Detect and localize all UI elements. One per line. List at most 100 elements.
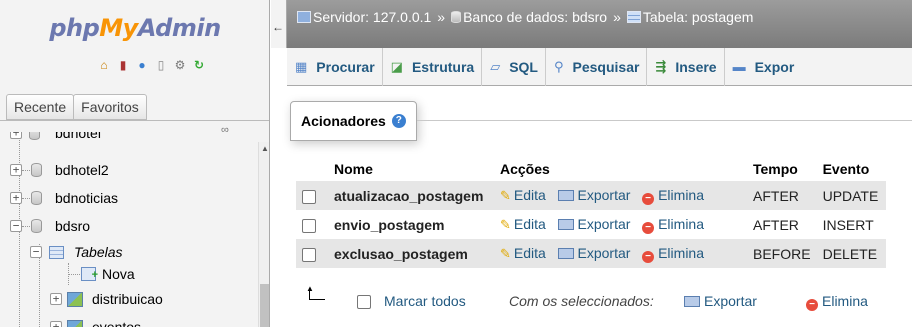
export-icon [557,247,574,259]
breadcrumb-table[interactable]: Tabela: postagem [643,9,754,25]
breadcrumb-server[interactable]: Servidor: 127.0.0.1 [313,9,431,25]
export-icon: ▬ [732,59,746,74]
breadcrumb-separator: » [437,9,446,25]
delete-link[interactable]: − Elimina [642,187,704,205]
edit-link[interactable]: ✎ Edita [500,216,546,232]
tab-browse[interactable]: ▦ Procurar [287,47,383,86]
help-icon[interactable]: ● [134,57,150,73]
recent-favorites-tabs: Recente Favoritos [6,94,147,120]
tree-item-distribuicao[interactable]: + distribuicao [0,289,258,309]
database-icon [31,191,42,205]
check-all-label[interactable]: Marcar todos [384,293,466,309]
tab-structure[interactable]: ◪ Estrutura [383,47,483,86]
column-name[interactable]: Nome [328,157,494,181]
insert-icon: ⇶ [655,58,667,74]
trigger-time: AFTER [747,210,817,239]
tree-scrollbar[interactable]: ▲ [258,142,269,327]
tree-item-tables[interactable]: − Tabelas [0,242,258,262]
triggers-legend: Acionadores ? [290,101,417,141]
home-icon[interactable]: ⌂ [96,57,112,73]
breadcrumb-database[interactable]: Banco de dados: bdsro [463,9,607,25]
tab-favorites[interactable]: Favoritos [73,94,147,120]
row-checkbox[interactable] [302,218,316,233]
trigger-time: AFTER [747,181,817,210]
column-actions: Acções [494,157,747,181]
table-header-row: Nome Acções Tempo Evento [296,157,886,181]
help-icon[interactable]: ? [391,114,406,128]
database-tree: + bdhotel + bdhotel2 + bdnoticias − bdsr… [0,132,258,327]
quick-links: ⌂ ▮ ● ▯ ⚙ ↻ [96,55,207,75]
settings-icon[interactable]: ⚙ [172,57,188,73]
edit-link[interactable]: ✎ Edita [500,187,546,203]
tab-insert[interactable]: ⇶ Insere [647,47,725,86]
delete-link[interactable]: − Elimina [642,245,704,263]
expand-icon[interactable]: + [10,192,22,204]
export-icon [557,218,574,230]
export-link[interactable]: Exportar [557,216,630,232]
table-icon [626,11,641,23]
collapse-panel-button[interactable]: ← [271,0,287,48]
check-all-checkbox[interactable] [357,295,371,309]
arrow-up-icon: ▲ [306,285,326,300]
row-checkbox[interactable] [302,189,316,204]
collapse-icon[interactable]: − [10,220,22,232]
tab-sql[interactable]: ▱ SQL [482,47,546,86]
table-group-icon [49,246,64,259]
table-menu-bar: ▦ Procurar ◪ Estrutura ▱ SQL ⚲ Pesquisar ⇶ In… [287,47,912,86]
database-icon [31,163,42,177]
expand-icon[interactable]: + [50,321,62,327]
tab-export[interactable]: ▬ Expor [725,48,802,86]
export-link[interactable]: Exportar [557,187,630,203]
column-time[interactable]: Tempo [747,157,817,181]
reload-icon[interactable]: ↻ [191,57,207,73]
pencil-icon: ✎ [500,216,511,232]
delete-icon: − [806,299,818,311]
bulk-export-button[interactable]: Exportar [684,293,757,309]
new-table-icon [81,265,98,285]
phpmyadmin-logo[interactable]: phpMyAdmin [0,14,269,42]
expand-icon[interactable]: + [10,164,22,176]
breadcrumb: Servidor: 127.0.0.1 » Banco de dados: bd… [297,7,753,27]
scroll-up-icon[interactable]: ▲ [261,144,269,153]
trigger-event: DELETE [816,239,886,268]
bulk-delete-button[interactable]: − Elimina [806,293,868,311]
triggers-title: Acionadores [301,113,386,129]
expand-icon[interactable]: + [10,132,22,139]
trigger-name: atualizacao_postagem [328,181,494,210]
trigger-time: BEFORE [747,239,817,268]
tree-item-bdsro[interactable]: − bdsro [0,216,258,236]
sql-icon: ▱ [490,58,501,74]
server-icon [297,11,311,23]
tree-item-eventos[interactable]: + eventos [0,317,258,327]
column-event[interactable]: Evento [816,157,886,181]
divider [0,120,269,121]
with-selected-label: Com os seleccionados: [509,293,654,309]
expand-icon[interactable]: + [50,293,62,305]
tab-recent[interactable]: Recente [6,94,75,120]
trigger-event: UPDATE [816,181,886,210]
tree-item-bdhotel2[interactable]: + bdhotel2 [0,160,258,180]
delete-icon: − [642,192,655,205]
export-icon [684,296,700,307]
search-icon: ⚲ [553,58,564,74]
tree-item-bdnoticias[interactable]: + bdnoticias [0,188,258,208]
export-link[interactable]: Exportar [557,245,630,261]
exit-icon[interactable]: ▮ [115,57,131,73]
table-icon [67,292,83,307]
docs-icon[interactable]: ▯ [153,57,169,73]
table-row: atualizacao_postagem ✎ Edita Exportar − El… [296,181,886,210]
row-checkbox[interactable] [302,247,316,262]
tree-item-new-table[interactable]: Nova [0,264,258,285]
database-icon [451,11,462,23]
arrow-left-icon: ← [272,20,284,34]
tab-search[interactable]: ⚲ Pesquisar [546,47,648,86]
collapse-icon[interactable]: − [30,246,42,258]
delete-link[interactable]: − Elimina [642,216,704,234]
pencil-icon: ✎ [500,187,511,203]
database-icon [31,219,42,233]
export-icon [557,189,574,201]
edit-link[interactable]: ✎ Edita [500,245,546,261]
scroll-thumb[interactable] [260,284,269,327]
browse-icon: ▦ [295,58,308,74]
tree-item-bdhotel[interactable]: + bdhotel [0,132,258,143]
